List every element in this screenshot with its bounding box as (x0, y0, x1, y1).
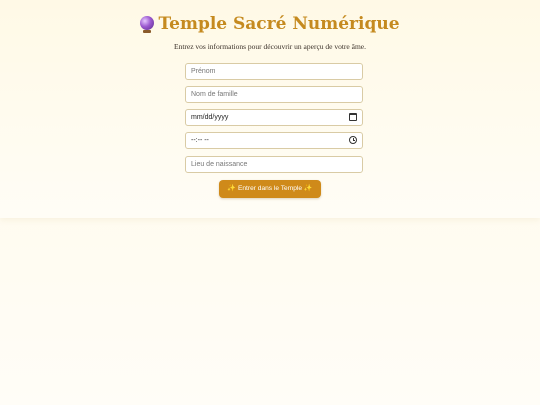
last-name-input[interactable]: Nom de famille (185, 86, 363, 103)
last-name-placeholder: Nom de famille (191, 91, 238, 98)
sparkles-icon: ✨ (303, 185, 313, 192)
birth-place-placeholder: Lieu de naissance (191, 161, 248, 168)
first-name-placeholder: Prénom (191, 68, 216, 75)
clock-icon[interactable] (349, 136, 357, 144)
birth-time-input[interactable]: --:-- -- (185, 132, 363, 149)
calendar-icon[interactable] (349, 113, 357, 121)
enter-temple-button[interactable]: ✨ Entrer dans le Temple ✨ (219, 180, 321, 198)
birth-date-input[interactable]: mm/dd/yyyy (185, 109, 363, 126)
welcome-card: Temple Sacré Numérique Entrez vos inform… (0, 0, 540, 218)
page-title-text: Temple Sacré Numérique (158, 14, 400, 34)
first-name-input[interactable]: Prénom (185, 63, 363, 80)
page-title: Temple Sacré Numérique (0, 14, 540, 34)
sparkles-icon: ✨ (227, 185, 237, 192)
crystal-ball-icon (140, 16, 155, 33)
birth-time-display: --:-- -- (191, 137, 209, 144)
page-subtitle: Entrez vos informations pour découvrir u… (173, 42, 366, 51)
enter-temple-label: Entrer dans le Temple (237, 185, 303, 192)
birth-place-input[interactable]: Lieu de naissance (185, 156, 363, 173)
birth-date-display: mm/dd/yyyy (191, 114, 229, 121)
